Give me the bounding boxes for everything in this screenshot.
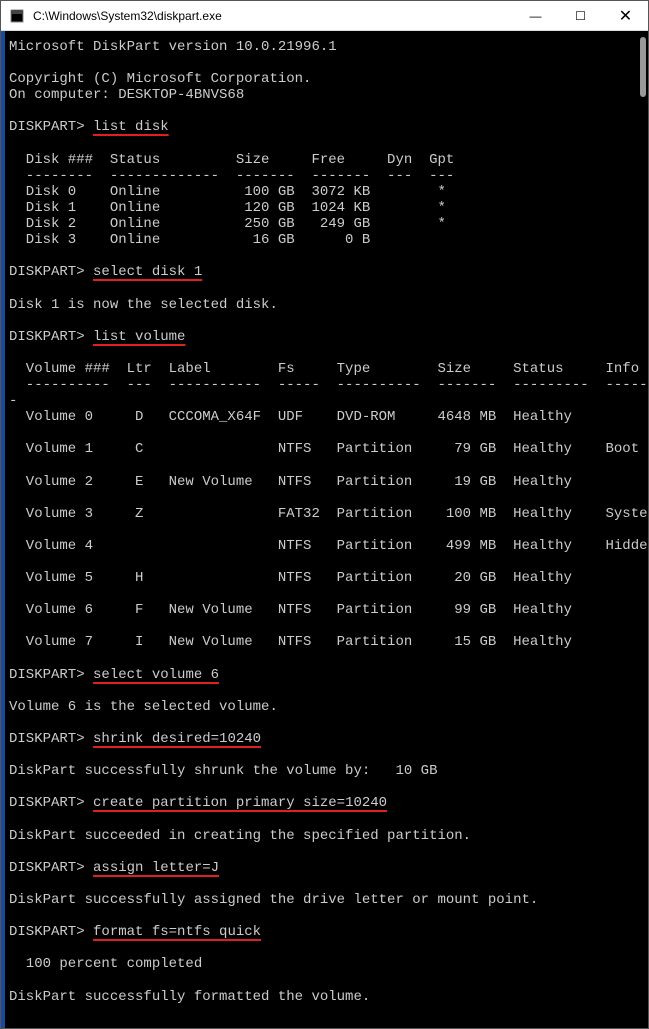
disk-row: Disk 3 Online 16 GB 0 B	[9, 232, 370, 248]
window-title: C:\Windows\System32\diskpart.exe	[33, 9, 513, 23]
disk-sep: -------- ------------- ------- ------- -…	[9, 168, 454, 184]
vol-header: Volume ### Ltr Label Fs Type Size Status…	[9, 361, 639, 377]
cmd-format: format fs=ntfs quick	[93, 924, 261, 940]
prompt: DISKPART>	[9, 731, 85, 747]
titlebar[interactable]: C:\Windows\System32\diskpart.exe — ☐ ✕	[1, 1, 648, 31]
disk-row: Disk 1 Online 120 GB 1024 KB *	[9, 200, 446, 216]
response: DiskPart successfully shrunk the volume …	[9, 763, 437, 779]
prompt: DISKPART>	[9, 119, 85, 135]
cmd-select-volume: select volume 6	[93, 667, 219, 683]
cmd-list-volume: list volume	[93, 329, 185, 345]
cmd-select-disk: select disk 1	[93, 264, 202, 280]
computer-line: On computer: DESKTOP-4BNVS68	[9, 87, 244, 103]
console-output[interactable]: Microsoft DiskPart version 10.0.21996.1 …	[1, 31, 648, 1028]
vol-row: Volume 7 I New Volume NTFS Partition 15 …	[9, 634, 572, 650]
cmd-create-partition: create partition primary size=10240	[93, 795, 387, 811]
prompt: DISKPART>	[9, 795, 85, 811]
response: Disk 1 is now the selected disk.	[9, 297, 278, 313]
prompt: DISKPART>	[9, 264, 85, 280]
minimize-button[interactable]: —	[513, 1, 558, 30]
vol-row: Volume 3 Z FAT32 Partition 100 MB Health…	[9, 506, 648, 522]
vol-row: Volume 1 C NTFS Partition 79 GB Healthy …	[9, 441, 639, 457]
disk-header: Disk ### Status Size Free Dyn Gpt	[9, 152, 454, 168]
app-icon	[9, 8, 25, 24]
vol-row: Volume 0 D CCCOMA_X64F UDF DVD-ROM 4648 …	[9, 409, 572, 425]
disk-row: Disk 2 Online 250 GB 249 GB *	[9, 216, 446, 232]
vol-sep: ---------- --- ----------- ----- -------…	[9, 377, 648, 393]
version-line: Microsoft DiskPart version 10.0.21996.1	[9, 39, 337, 55]
window-controls: — ☐ ✕	[513, 1, 648, 30]
prompt: DISKPART>	[9, 924, 85, 940]
vol-row: Volume 2 E New Volume NTFS Partition 19 …	[9, 474, 572, 490]
response: Volume 6 is the selected volume.	[9, 699, 278, 715]
vol-row: Volume 5 H NTFS Partition 20 GB Healthy	[9, 570, 572, 586]
cmd-list-disk: list disk	[93, 119, 169, 135]
disk-row: Disk 0 Online 100 GB 3072 KB *	[9, 184, 446, 200]
command-window: C:\Windows\System32\diskpart.exe — ☐ ✕ M…	[0, 0, 649, 1029]
vol-row: Volume 6 F New Volume NTFS Partition 99 …	[9, 602, 572, 618]
prompt: DISKPART>	[9, 860, 85, 876]
response: 100 percent completed	[9, 956, 202, 972]
vol-row: Volume 4 NTFS Partition 499 MB Healthy H…	[9, 538, 648, 554]
response: DiskPart succeeded in creating the speci…	[9, 828, 471, 844]
prompt: DISKPART>	[9, 667, 85, 683]
response: DiskPart successfully assigned the drive…	[9, 892, 538, 908]
close-button[interactable]: ✕	[603, 1, 648, 30]
response: DiskPart successfully formatted the volu…	[9, 989, 370, 1005]
prompt: DISKPART>	[9, 329, 85, 345]
cmd-shrink: shrink desired=10240	[93, 731, 261, 747]
maximize-button[interactable]: ☐	[558, 1, 603, 30]
cmd-assign-letter: assign letter=J	[93, 860, 219, 876]
vol-dash: -	[9, 393, 17, 409]
copyright-line: Copyright (C) Microsoft Corporation.	[9, 71, 311, 87]
